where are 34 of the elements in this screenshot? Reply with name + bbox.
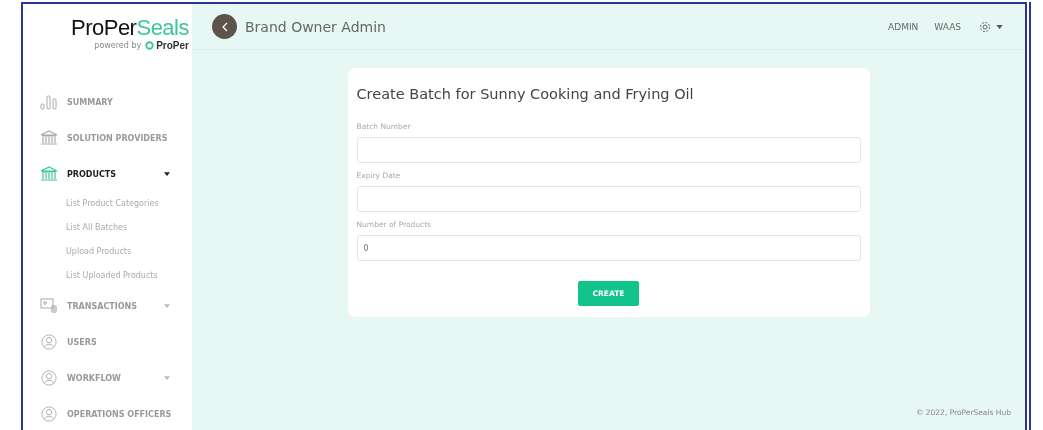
sidebar-item[interactable]: WORKFLOW	[23, 360, 192, 396]
submenu-item[interactable]: List Uploaded Products	[23, 264, 192, 288]
submenu-item[interactable]: Upload Products	[23, 240, 192, 264]
sidebar-item[interactable]: SUMMARY	[23, 84, 192, 120]
sidebar-item[interactable]: OPERATIONS OFFICERS	[23, 396, 192, 430]
submenu-item[interactable]: List All Batches	[23, 216, 192, 240]
input-field[interactable]: 0	[356, 235, 861, 261]
user-circle-icon	[40, 370, 58, 386]
chevron-left-icon	[220, 21, 229, 32]
ring-logo-icon	[145, 41, 155, 50]
bank-icon	[40, 166, 58, 182]
sidebar-item[interactable]: USERS	[23, 324, 192, 360]
sidebar-item[interactable]: PRODUCTS	[23, 156, 192, 192]
user-circle-icon	[40, 406, 58, 422]
settings-dropdown[interactable]	[979, 20, 1003, 33]
header-link[interactable]: ADMIN	[888, 21, 919, 32]
powered-by-text: powered by	[94, 41, 142, 50]
header-link[interactable]: WAAS	[934, 21, 961, 32]
monitor-icon	[40, 298, 58, 314]
sidebar-item[interactable]: TRANSACTIONS	[23, 288, 192, 324]
submenu-item[interactable]: List Product Categories	[23, 192, 192, 216]
input-field[interactable]	[356, 137, 861, 163]
sub-brand-name: ProPer	[156, 40, 189, 51]
back-button[interactable]	[212, 14, 237, 39]
caret-icon	[996, 24, 1003, 29]
page-title: Brand Owner Admin	[245, 18, 386, 35]
bar-chart-icon	[40, 94, 58, 110]
user-circle-icon	[40, 334, 58, 350]
form-title: Create Batch for Sunny Cooking and Frying Oil	[356, 86, 695, 102]
settings-icon	[979, 20, 991, 33]
logo-wordmark: ProPerSeals	[70, 16, 189, 40]
input-field[interactable]	[356, 186, 861, 212]
sidebar-item[interactable]: SOLUTION PROVIDERS	[23, 120, 192, 156]
bank-icon	[40, 130, 58, 146]
